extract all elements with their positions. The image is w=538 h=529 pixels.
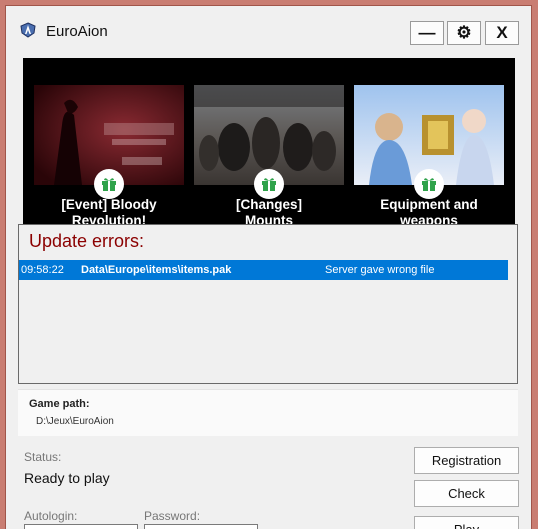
- title-bar: EuroAion — ⚙ X: [6, 6, 531, 52]
- close-button[interactable]: X: [485, 21, 519, 45]
- news-caption-line: [Event] Bloody: [61, 197, 157, 212]
- status-value: Ready to play: [24, 470, 110, 486]
- update-errors-panel: Update errors: 09:58:22 Data\Europe\item…: [18, 224, 518, 384]
- status-label: Status:: [24, 450, 62, 464]
- news-card-equipment[interactable]: Equipment and weapons: [354, 85, 504, 235]
- gift-badge: [414, 169, 444, 199]
- autologin-field[interactable]: [24, 524, 138, 529]
- gift-badge: [254, 169, 284, 199]
- news-caption-line: Equipment and: [380, 197, 478, 212]
- news-card-bloody-revolution[interactable]: [Event] Bloody Revolution!: [34, 85, 184, 235]
- error-message: Server gave wrong file: [325, 264, 435, 276]
- gift-icon: [422, 178, 436, 191]
- game-path-value: D:\Jeux\EuroAion: [36, 416, 114, 427]
- error-file: Data\Europe\items\items.pak: [81, 264, 232, 276]
- gift-icon: [102, 178, 116, 191]
- shield-logo-icon: [20, 22, 36, 38]
- password-label: Password:: [144, 509, 201, 523]
- play-button[interactable]: Play: [414, 516, 519, 529]
- error-row[interactable]: 09:58:22 Data\Europe\items\items.pak Ser…: [19, 260, 508, 280]
- check-button[interactable]: Check: [414, 480, 519, 507]
- window-title: EuroAion: [46, 23, 108, 40]
- news-caption-line: [Changes]: [235, 197, 302, 212]
- registration-button[interactable]: Registration: [414, 447, 519, 474]
- gear-icon: ⚙: [456, 23, 472, 42]
- news-banner: [Event] Bloody Revolution! [Changes] Mou…: [23, 58, 515, 238]
- news-card-mounts[interactable]: [Changes] Mounts: [194, 85, 344, 235]
- game-path-section: Game path: D:\Jeux\EuroAion: [18, 389, 518, 436]
- autologin-label: Autologin:: [24, 509, 78, 523]
- game-path-label: Game path:: [29, 398, 90, 410]
- minimize-button[interactable]: —: [410, 21, 444, 45]
- minimize-icon: —: [418, 23, 436, 42]
- update-errors-heading: Update errors:: [29, 231, 145, 251]
- settings-button[interactable]: ⚙: [447, 21, 481, 45]
- launcher-window: EuroAion — ⚙ X [Event] Bloody Revolution…: [6, 6, 531, 529]
- gift-badge: [94, 169, 124, 199]
- close-icon: X: [496, 23, 508, 42]
- password-field[interactable]: [144, 524, 258, 529]
- gift-icon: [262, 178, 276, 191]
- error-time: 09:58:22: [21, 264, 64, 276]
